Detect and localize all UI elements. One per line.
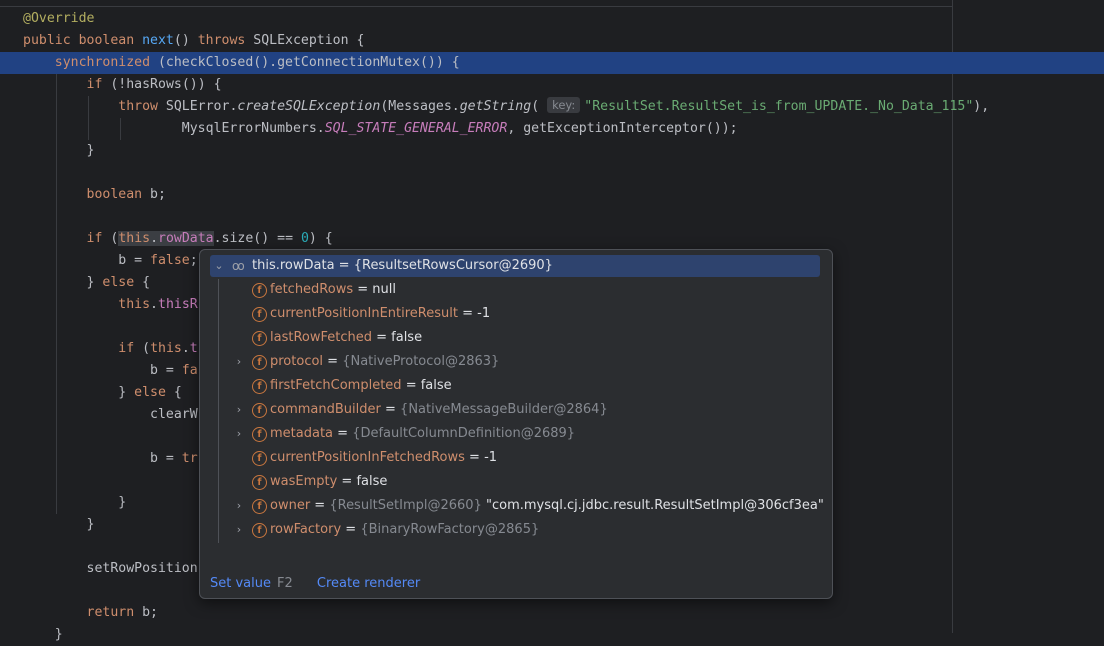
field-icon: f [252, 283, 267, 298]
field-value: -1 [477, 306, 491, 321]
field-value: false [356, 474, 388, 489]
chevron-right-icon[interactable]: › [232, 495, 246, 517]
root-expression: this.rowData [252, 258, 335, 273]
field-row[interactable]: f firstFetchCompleted = false [210, 375, 820, 397]
code-line: return b; [86, 605, 158, 620]
field-icon: f [252, 499, 267, 514]
code-line: synchronized (checkClosed().getConnectio… [54, 55, 460, 70]
field-row[interactable]: f lastRowFetched = false [210, 327, 820, 349]
field-name: currentPositionInFetchedRows [270, 450, 465, 465]
field-name: rowFactory [270, 522, 342, 537]
divider [0, 6, 952, 7]
set-value-link[interactable]: Set value [210, 576, 271, 591]
field-icon: f [252, 355, 267, 370]
field-reference: {ResultSetImpl@2660} [329, 498, 482, 513]
field-value: "com.mysql.cj.jdbc.result.ResultSetImpl@… [481, 498, 824, 513]
field-reference: {DefaultColumnDefinition@2689} [352, 426, 576, 441]
root-node-row[interactable]: ⌄ oo this.rowData = {ResultsetRowsCursor… [210, 255, 820, 277]
code-line: } [23, 495, 127, 510]
field-value: false [420, 378, 452, 393]
field-icon: f [252, 331, 267, 346]
field-row[interactable]: › f protocol = {NativeProtocol@2863} [210, 351, 820, 373]
chevron-right-icon[interactable]: › [232, 399, 246, 421]
field-name: metadata [270, 426, 334, 441]
code-line: @Override [23, 11, 95, 26]
field-icon: f [252, 451, 267, 466]
field-reference: {BinaryRowFactory@2865} [360, 522, 540, 537]
field-name: lastRowFetched [270, 330, 372, 345]
field-reference: {NativeMessageBuilder@2864} [400, 402, 608, 417]
code-line: boolean b; [86, 187, 166, 202]
chevron-down-icon[interactable]: ⌄ [212, 255, 226, 277]
field-name: fetchedRows [270, 282, 354, 297]
field-name: commandBuilder [270, 402, 381, 417]
create-renderer-link[interactable]: Create renderer [317, 576, 420, 591]
set-value-shortcut: F2 [277, 576, 293, 591]
code-line: MysqlErrorNumbers.SQL_STATE_GENERAL_ERRO… [23, 121, 738, 136]
code-line: if (this.t [118, 341, 198, 356]
code-line: if (!hasRows()) { [86, 77, 222, 92]
field-row[interactable]: › f rowFactory = {BinaryRowFactory@2865} [210, 519, 820, 541]
root-value: {ResultsetRowsCursor@2690} [353, 258, 553, 273]
field-row[interactable]: f currentPositionInFetchedRows = -1 [210, 447, 820, 469]
chevron-right-icon[interactable]: › [232, 423, 246, 445]
field-value: null [372, 282, 396, 297]
code-line: } else { [23, 385, 182, 400]
field-name: currentPositionInEntireResult [270, 306, 458, 321]
code-line: b = tr [23, 451, 198, 466]
code-line: } [23, 627, 63, 642]
field-row[interactable]: f fetchedRows = null [210, 279, 820, 301]
field-value: false [391, 330, 423, 345]
field-row[interactable]: › f commandBuilder = {NativeMessageBuilder… [210, 399, 820, 421]
indent-guide [56, 74, 57, 514]
code-line: if (this.rowData.size() == 0) { [86, 231, 333, 246]
code-line: public boolean next() throws SQLExceptio… [23, 33, 365, 48]
code-line: } [23, 143, 95, 158]
field-icon: f [252, 307, 267, 322]
field-row[interactable]: f currentPositionInEntireResult = -1 [210, 303, 820, 325]
field-name: protocol [270, 354, 324, 369]
popup-footer: Set value F2 Create renderer [210, 575, 420, 593]
field-reference: {NativeProtocol@2863} [342, 354, 500, 369]
field-name: firstFetchCompleted [270, 378, 402, 393]
code-line: throw SQLError.createSQLException(Messag… [118, 97, 990, 114]
indent-guide [120, 118, 121, 140]
code-line: } else { [23, 275, 151, 290]
chevron-right-icon[interactable]: › [232, 351, 246, 373]
field-icon: f [252, 379, 267, 394]
code-line: clearW [23, 407, 198, 422]
code-line: b = fa [23, 363, 198, 378]
field-value: -1 [484, 450, 498, 465]
glasses-icon: oo [232, 259, 245, 273]
chevron-right-icon[interactable]: › [232, 519, 246, 541]
field-name: owner [270, 498, 311, 513]
field-icon: f [252, 523, 267, 538]
right-margin-guide [952, 0, 953, 633]
code-line: } [23, 517, 95, 532]
field-name: wasEmpty [270, 474, 338, 489]
indent-guide [88, 96, 89, 140]
code-line: b = false; [23, 253, 198, 268]
field-icon: f [252, 427, 267, 442]
debugger-value-popup[interactable]: ⌄ oo this.rowData = {ResultsetRowsCursor… [199, 249, 833, 599]
field-row[interactable]: › f owner = {ResultSetImpl@2660} "com.mysq… [210, 495, 824, 517]
field-row[interactable]: f wasEmpty = false [210, 471, 820, 493]
field-icon: f [252, 475, 267, 490]
field-icon: f [252, 403, 267, 418]
code-line: this.thisR [118, 297, 198, 312]
code-line: setRowPosition [23, 561, 198, 576]
field-row[interactable]: › f metadata = {DefaultColumnDefinition@26… [210, 423, 820, 445]
